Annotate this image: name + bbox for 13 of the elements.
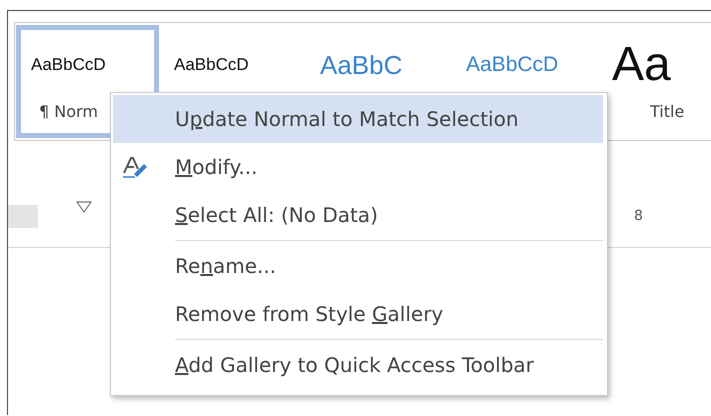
style-name: Title: [650, 101, 684, 123]
menu-item[interactable]: Remove from Style Gallery: [111, 290, 607, 338]
menu-item[interactable]: Update Normal to Match Selection: [113, 95, 603, 143]
ruler-number: 8: [634, 207, 643, 226]
indent-marker-icon[interactable]: [76, 201, 92, 213]
style-preview: Aa: [612, 44, 671, 86]
menu-item[interactable]: Modify...: [111, 143, 607, 191]
menu-item[interactable]: Add Gallery to Quick Access Toolbar: [111, 341, 607, 389]
menu-item[interactable]: Select All: (No Data): [111, 191, 607, 239]
pen-letter-icon: [122, 156, 148, 178]
style-preview: AaBbCcD: [31, 54, 106, 76]
style-name: ¶ Norm: [39, 101, 98, 123]
menu-item[interactable]: Rename...: [111, 242, 607, 290]
